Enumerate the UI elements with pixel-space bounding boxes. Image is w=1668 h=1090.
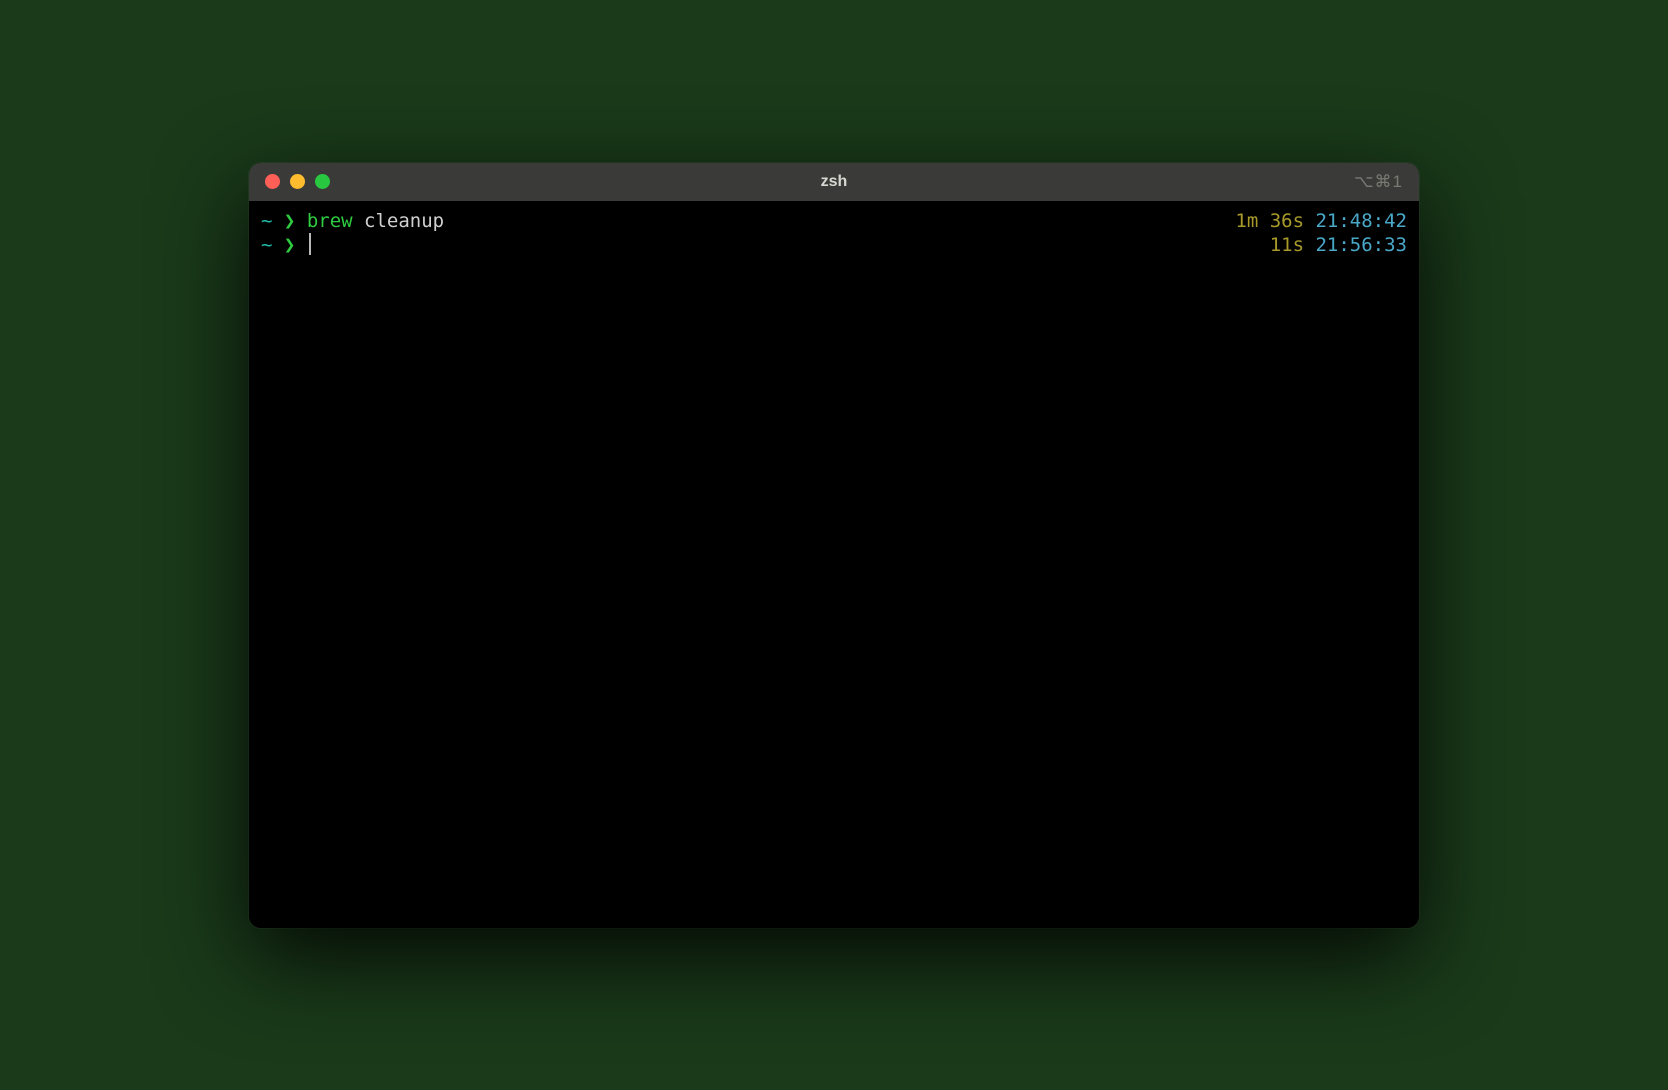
window-title: zsh bbox=[249, 173, 1419, 191]
terminal-line: ~ ❯ 11s 21:56:33 bbox=[261, 233, 1407, 258]
prompt-cwd: ~ bbox=[261, 233, 272, 258]
prompt-time: 21:56:33 bbox=[1315, 233, 1407, 258]
titlebar[interactable]: zsh ⌥⌘1 bbox=[249, 163, 1419, 201]
cursor bbox=[309, 233, 311, 255]
prompt-duration: 1m 36s bbox=[1235, 209, 1304, 234]
prompt-chevron: ❯ bbox=[284, 233, 295, 258]
terminal-body[interactable]: ~ ❯ brew cleanup 1m 36s 21:48:42 ~ ❯ 11s bbox=[249, 201, 1419, 928]
titlebar-shortcut-indicator: ⌥⌘1 bbox=[1354, 172, 1403, 192]
prompt-time: 21:48:42 bbox=[1315, 209, 1407, 234]
zoom-button[interactable] bbox=[315, 174, 330, 189]
close-button[interactable] bbox=[265, 174, 280, 189]
prompt-cwd: ~ bbox=[261, 209, 272, 234]
minimize-button[interactable] bbox=[290, 174, 305, 189]
prompt-duration: 11s bbox=[1270, 233, 1304, 258]
traffic-lights bbox=[265, 174, 330, 189]
command-rest: cleanup bbox=[353, 209, 445, 234]
terminal-window: zsh ⌥⌘1 ~ ❯ brew cleanup 1m 36s 21:48:42… bbox=[249, 163, 1419, 928]
prompt-chevron: ❯ bbox=[284, 209, 295, 234]
terminal-line: ~ ❯ brew cleanup 1m 36s 21:48:42 bbox=[261, 209, 1407, 234]
command-head: brew bbox=[307, 209, 353, 234]
